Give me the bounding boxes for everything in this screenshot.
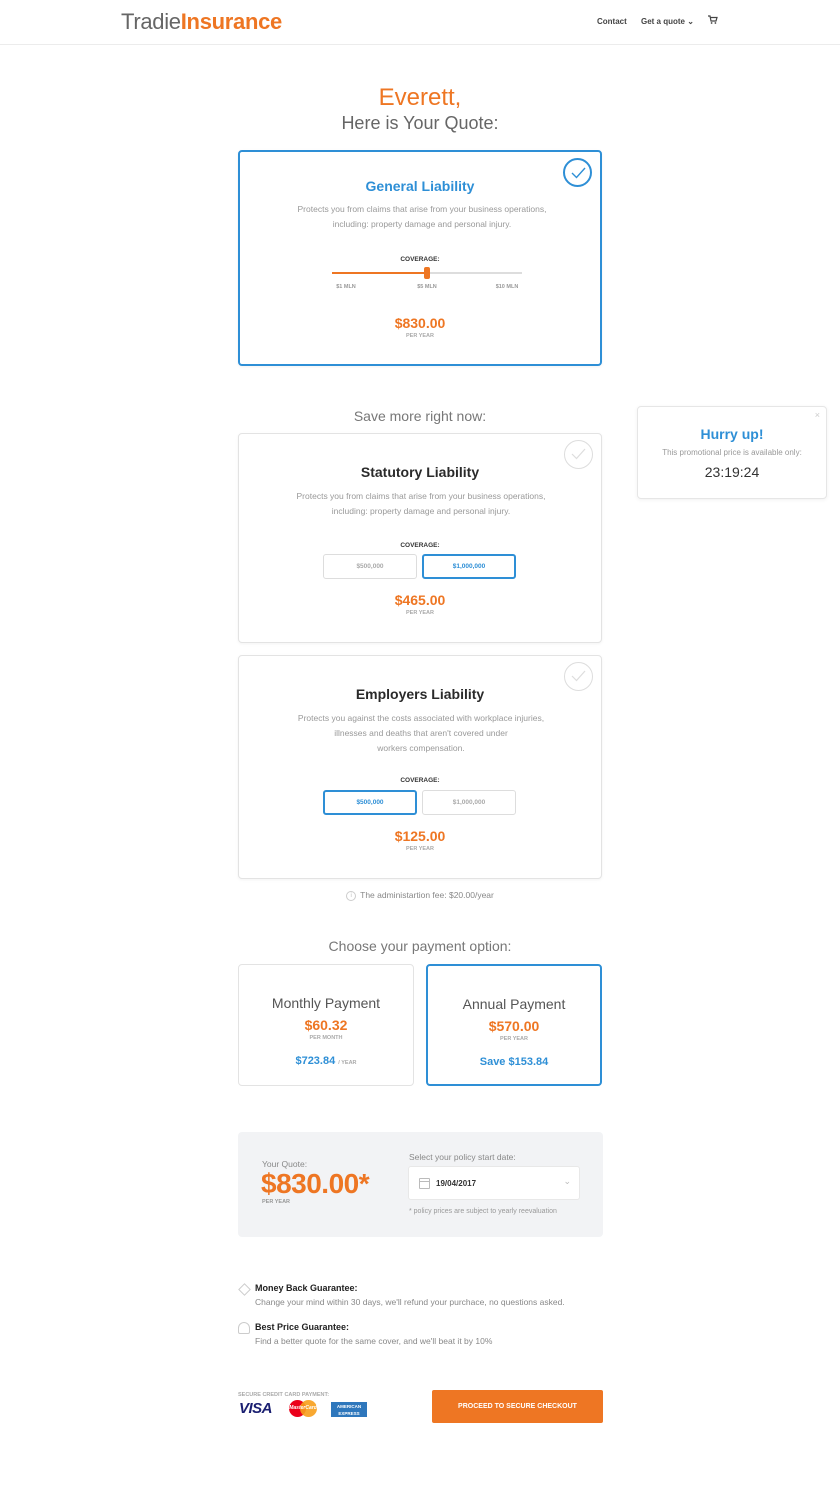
payment-heading: Choose your payment option: <box>328 938 512 954</box>
administration-fee-note: i The administartion fee: $20.00/year <box>0 890 840 901</box>
payment-name: Monthly Payment <box>271 995 381 1011</box>
coverage-option-1000000[interactable]: $1,000,000 <box>422 790 516 815</box>
card-description: Protects you from claims that arise from… <box>296 491 546 516</box>
countdown-timer: 23:19:24 <box>704 464 760 480</box>
price-reevaluation-note: * policy prices are subject to yearly re… <box>409 1208 557 1215</box>
mastercard-logo: MasterCard <box>289 1400 317 1417</box>
nav-contact-link[interactable]: Contact <box>597 17 627 26</box>
payment-yearly-total: $723.84 / YEAR <box>239 1055 413 1067</box>
card-title: Statutory Liability <box>360 464 480 480</box>
start-date-label: Select your policy start date: <box>409 1152 516 1162</box>
yearly-total-period: / YEAR <box>338 1060 357 1066</box>
popup-title: Hurry up! <box>700 426 764 442</box>
payment-price: $570.00 <box>488 1018 540 1034</box>
customer-name: Everett, <box>378 84 462 111</box>
guarantee-title: Best Price Guarantee: <box>255 1322 350 1332</box>
popup-text: This promotional price is available only… <box>662 448 802 457</box>
total-quote-price: $830.00* <box>261 1168 370 1199</box>
nav-get-a-quote-menu[interactable]: Get a quote ⌄ <box>641 17 694 26</box>
mastercard-text: MasterCard <box>289 1405 317 1411</box>
coverage-option-500000[interactable]: $500,000 <box>323 790 417 815</box>
annual-payment-option[interactable]: Annual Payment $570.00 PER YEAR Save $15… <box>426 964 602 1086</box>
price-value: $830.00 <box>394 315 446 331</box>
slider-tick-label[interactable]: $5 MLN <box>407 284 447 290</box>
card-description: Protects you from claims that arise from… <box>297 204 547 229</box>
chevron-down-icon[interactable]: ⌄ <box>563 1176 571 1187</box>
description-line: Protects you against the costs associate… <box>297 713 545 723</box>
coverage-slider[interactable] <box>332 267 522 279</box>
coverage-option-1000000[interactable]: $1,000,000 <box>422 554 516 579</box>
guarantee-title: Money Back Guarantee: <box>255 1283 358 1293</box>
description-line: workers compensation. <box>377 743 465 753</box>
payment-price: $60.32 <box>304 1017 348 1033</box>
price-value: $125.00 <box>394 828 446 844</box>
coverage-label: COVERAGE: <box>400 256 440 263</box>
payment-period: PER YEAR <box>499 1036 529 1042</box>
guarantee-text: Change your mind within 30 days, we'll r… <box>255 1297 565 1307</box>
policy-start-date-picker[interactable]: 19/04/2017 ⌄ <box>408 1166 580 1200</box>
yearly-total-value: $723.84 <box>295 1055 336 1067</box>
promo-countdown-popup: × Hurry up! This promotional price is av… <box>637 406 827 499</box>
card-title: Employers Liability <box>355 686 485 702</box>
payment-name: Annual Payment <box>462 996 566 1012</box>
amex-logo: AMERICAN EXPRESS <box>331 1402 367 1417</box>
coverage-option-500000[interactable]: $500,000 <box>323 554 417 579</box>
price-period: PER YEAR <box>405 846 435 852</box>
quote-heading: Here is Your Quote: <box>341 113 499 133</box>
price-period: PER YEAR <box>405 610 435 616</box>
guarantee-text: Find a better quote for the same cover, … <box>255 1336 493 1346</box>
price-period: PER YEAR <box>405 333 435 339</box>
statutory-liability-card[interactable]: Statutory Liability Protects you from cl… <box>238 433 602 643</box>
person-icon <box>238 1322 250 1334</box>
logo-text-insurance: Insurance <box>180 9 283 34</box>
price-value: $465.00 <box>394 592 446 608</box>
monthly-payment-option[interactable]: Monthly Payment $60.32 PER MONTH $723.84… <box>238 964 414 1086</box>
fee-text: The administartion fee: $20.00/year <box>360 890 494 900</box>
tag-icon <box>238 1283 251 1296</box>
card-title: General Liability <box>365 178 475 194</box>
visa-logo: VISA <box>239 1400 273 1417</box>
coverage-label: COVERAGE: <box>400 777 440 784</box>
top-navigation-bar: TradieInsurance Contact Get a quote ⌄ <box>0 0 840 45</box>
logo-text-tradie: Tradie <box>121 9 181 34</box>
general-liability-card[interactable]: General Liability Protects you from clai… <box>238 150 602 366</box>
coverage-label: COVERAGE: <box>400 542 440 549</box>
amex-text: AMERICAN <box>336 1404 362 1409</box>
start-date-value: 19/04/2017 <box>436 1179 477 1188</box>
total-quote-period: PER YEAR <box>262 1199 291 1205</box>
cart-icon[interactable] <box>708 15 718 27</box>
info-icon: i <box>346 890 357 901</box>
slider-tick-label[interactable]: $10 MLN <box>487 284 527 290</box>
card-description: Protects you against the costs associate… <box>279 711 563 756</box>
amex-text: EXPRESS <box>338 1411 360 1416</box>
slider-tick-label[interactable]: $1 MLN <box>326 284 366 290</box>
secure-payment-label: SECURE CREDIT CARD PAYMENT: <box>238 1392 330 1398</box>
logo[interactable]: TradieInsurance <box>121 9 282 35</box>
employers-liability-card[interactable]: Employers Liability Protects you against… <box>238 655 602 879</box>
slider-fill <box>332 272 427 274</box>
slider-handle[interactable] <box>424 267 430 279</box>
close-icon[interactable]: × <box>815 410 820 420</box>
calendar-icon <box>419 1178 430 1189</box>
proceed-to-checkout-button[interactable]: PROCEED TO SECURE CHECKOUT <box>432 1390 603 1423</box>
payment-period: PER MONTH <box>309 1035 343 1041</box>
quote-summary-panel: Your Quote: $830.00* PER YEAR Select you… <box>238 1132 603 1237</box>
description-line: illnesses and deaths that aren't covered… <box>334 728 508 738</box>
payment-savings: Save $153.84 <box>479 1056 549 1068</box>
